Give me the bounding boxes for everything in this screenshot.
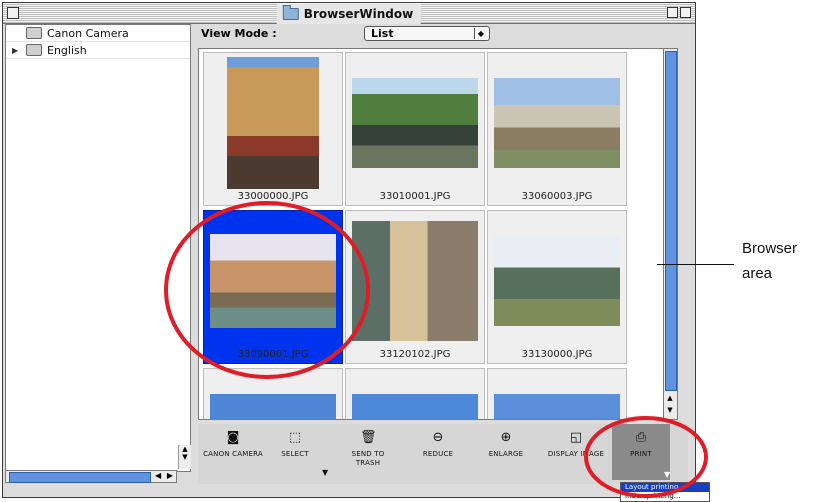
thumbnail-filename: 33090001.JPG <box>237 349 309 360</box>
scroll-right-arrow-icon[interactable]: ▶ <box>167 471 173 482</box>
display-image-icon: ◱ <box>569 430 583 445</box>
canon-camera-button[interactable]: ◙ CANON CAMERA <box>202 424 264 480</box>
thumbnail-image <box>352 78 478 168</box>
thumbnail-cell[interactable] <box>345 368 485 419</box>
view-mode-select[interactable]: List ◆ <box>364 26 490 41</box>
thumbnail-cell[interactable]: 33060003.JPG <box>487 52 627 206</box>
collapse-box-icon[interactable] <box>680 7 691 18</box>
view-mode-bar: View Mode : List ◆ <box>197 24 687 46</box>
status-bar: To <box>198 484 688 496</box>
thumbnail-image <box>494 78 620 168</box>
printer-icon: ⎙ <box>635 430 647 445</box>
camera-icon: ◙ <box>226 430 240 445</box>
thumbnail-image <box>210 394 336 419</box>
scroll-thumb[interactable] <box>665 51 677 391</box>
thumbnail-cell[interactable]: 33010001.JPG <box>345 52 485 206</box>
thumbnail-image <box>227 57 319 189</box>
updown-arrows-icon: ◆ <box>474 28 487 39</box>
print-button[interactable]: ⎙ PRINT <box>612 424 670 480</box>
bottom-toolbar: ◙ CANON CAMERA ⬚ SELECT ▼ 🗑 SEND TO TRAS… <box>198 424 688 484</box>
window-controls <box>667 7 691 18</box>
scroll-up-arrow-icon[interactable]: ▲ <box>665 394 675 405</box>
print-dropdown-arrow-icon[interactable]: ▼ <box>664 470 670 479</box>
tree-horizontal-scrollbar[interactable]: ◀ ▶ <box>5 470 177 483</box>
thumbnail-filename: 33000000.JPG <box>237 191 309 202</box>
tree-item-label: Canon Camera <box>47 26 129 40</box>
browser-vertical-scrollbar[interactable]: ▲ ▼ <box>664 48 678 420</box>
display-image-button[interactable]: ◱ DISPLAY IMAGE <box>544 424 608 480</box>
menu-item-index-printing[interactable]: Index printing... <box>621 492 709 501</box>
thumbnail-filename: 33120102.JPG <box>379 349 451 360</box>
folder-tree[interactable]: Canon Camera ▶ English <box>5 24 191 472</box>
thumbnail-cell[interactable]: 33120102.JPG <box>345 210 485 364</box>
thumbnail-cell[interactable]: 33130000.JPG <box>487 210 627 364</box>
tree-vertical-scroll-arrows[interactable]: ▲ ▼ <box>178 445 191 469</box>
drive-icon <box>26 44 42 56</box>
zoom-box-icon[interactable] <box>667 7 678 18</box>
close-box-icon[interactable] <box>7 7 19 19</box>
scroll-left-arrow-icon[interactable]: ◀ <box>155 471 161 482</box>
thumbnail-cell[interactable]: 33000000.JPG <box>203 52 343 206</box>
select-button[interactable]: ⬚ SELECT <box>270 424 320 480</box>
thumbnail-image <box>352 221 478 341</box>
browser-area[interactable]: 33000000.JPG 33010001.JPG 33060003.JPG 3… <box>198 48 664 420</box>
menu-item-layout-printing[interactable]: Layout printing <box>621 483 709 492</box>
callout-label: Browser area <box>742 240 798 282</box>
thumbnail-filename: 33010001.JPG <box>379 191 451 202</box>
enlarge-button[interactable]: ⊕ ENLARGE <box>482 424 530 480</box>
thumbnail-image <box>210 234 336 328</box>
scroll-thumb[interactable] <box>9 472 151 483</box>
zoom-out-icon: ⊖ <box>432 430 444 445</box>
print-menu: Layout printing Index printing... <box>620 482 710 502</box>
title-bar[interactable]: BrowserWindow <box>3 3 695 24</box>
view-mode-value: List <box>371 27 394 40</box>
thumbnail-cell-selected[interactable]: 33090001.JPG <box>203 210 343 364</box>
reduce-button[interactable]: ⊖ REDUCE <box>416 424 460 480</box>
scroll-down-arrow-icon[interactable]: ▼ <box>665 406 675 417</box>
window-title-area: BrowserWindow <box>276 4 422 24</box>
thumbnail-cell[interactable] <box>203 368 343 419</box>
zoom-in-icon: ⊕ <box>500 430 512 445</box>
folder-icon <box>282 5 299 20</box>
tree-item-label: English <box>47 43 87 57</box>
window-title: BrowserWindow <box>303 7 414 21</box>
camera-icon <box>26 27 42 39</box>
thumbnail-filename: 33130000.JPG <box>521 349 593 360</box>
send-to-trash-button[interactable]: 🗑 SEND TO TRASH <box>342 424 394 480</box>
trash-icon: 🗑 <box>360 430 377 445</box>
thumbnail-filename: 33060003.JPG <box>521 191 593 202</box>
select-dropdown-arrow-icon[interactable]: ▼ <box>322 468 328 477</box>
thumbnail-image <box>352 394 478 419</box>
tree-item-canon-camera[interactable]: Canon Camera <box>6 25 190 42</box>
disclosure-triangle-icon[interactable]: ▶ <box>12 46 22 55</box>
tree-item-english[interactable]: ▶ English <box>6 42 190 59</box>
view-mode-label: View Mode : <box>201 27 277 40</box>
thumbnail-image <box>494 394 620 419</box>
thumbnail-cell[interactable] <box>487 368 627 419</box>
callout-line <box>657 264 734 265</box>
cursor-select-icon: ⬚ <box>288 430 302 445</box>
thumbnail-image <box>494 236 620 326</box>
